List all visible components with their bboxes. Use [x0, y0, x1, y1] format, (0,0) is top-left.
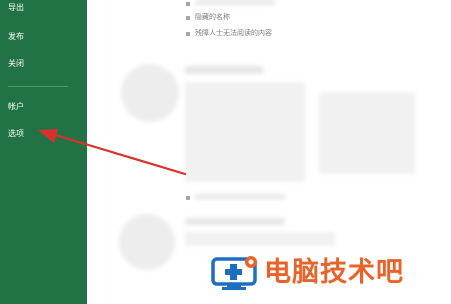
watermark-text: 电脑技术吧: [264, 257, 404, 288]
watermark: 电脑技术吧: [209, 255, 449, 291]
watermark-logo-icon: [211, 256, 257, 290]
